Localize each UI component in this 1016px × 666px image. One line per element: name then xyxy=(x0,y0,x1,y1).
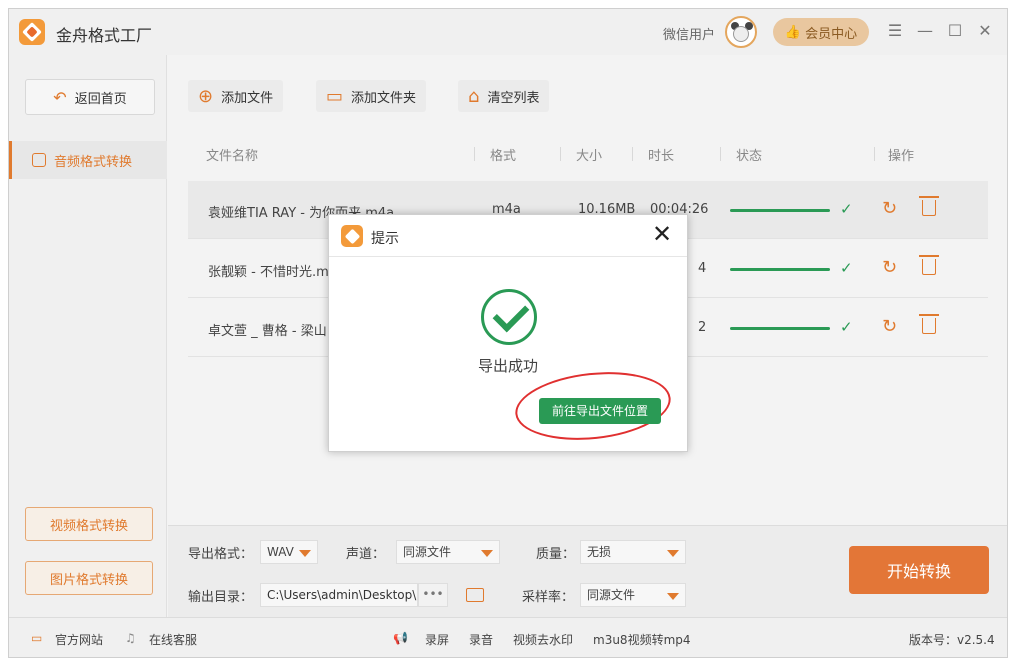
watermark-link[interactable]: 视频去水印 xyxy=(513,631,573,648)
folder-icon: ▭ xyxy=(326,85,344,107)
home-button[interactable]: ↶ 返回首页 xyxy=(25,79,155,115)
version-label: 版本号：v2.5.4 xyxy=(909,633,995,647)
sample-rate-value: 同源文件 xyxy=(587,588,636,602)
add-file-label: 添加文件 xyxy=(221,90,274,106)
out-dir-label: 输出目录： xyxy=(188,590,254,605)
home-button-label: 返回首页 xyxy=(74,91,127,107)
check-icon: ✓ xyxy=(840,318,853,336)
col-size: 大小 xyxy=(576,148,603,164)
file-duration: 2 xyxy=(698,320,707,335)
out-format-label: 导出格式： xyxy=(188,547,254,562)
service-link[interactable]: 在线客服 xyxy=(149,631,197,648)
back-arrow-icon: ↶ xyxy=(53,87,67,107)
sample-rate-label: 采样率： xyxy=(522,590,575,605)
dialog-title: 提示 xyxy=(371,231,399,247)
video-convert-button[interactable]: 视频格式转换 xyxy=(25,507,153,541)
clear-list-label: 清空列表 xyxy=(487,90,540,106)
col-duration: 时长 xyxy=(648,148,675,164)
check-icon: ✓ xyxy=(840,200,853,218)
progress-bar xyxy=(730,327,830,330)
success-dialog: 提示 ✕ 导出成功 前往导出文件位置 xyxy=(328,214,688,452)
title-bar: 金舟格式工厂 微信用户 👍 会员中心 ☰ — ☐ ✕ xyxy=(9,9,1007,55)
sidebar-item-label: 音频格式转换 xyxy=(54,154,133,170)
trash-icon[interactable] xyxy=(919,255,939,275)
vip-center-button[interactable]: 👍 会员中心 xyxy=(773,18,869,46)
redo-icon[interactable]: ↻ xyxy=(882,257,897,278)
m3u8-link[interactable]: m3u8视频转mp4 xyxy=(593,631,691,648)
status-bar: ▭ 官方网站 ♫ 在线客服 📢 录屏 录音 视频去水印 m3u8视频转mp4 版… xyxy=(9,617,1007,657)
clear-list-button[interactable]: ⌂ 清空列表 xyxy=(458,80,550,112)
file-name: 张靓颖 - 不惜时光.m xyxy=(208,265,329,280)
success-check-icon xyxy=(481,289,537,345)
trash-icon[interactable] xyxy=(919,314,939,334)
quality-value: 无损 xyxy=(587,545,612,559)
app-logo-icon xyxy=(19,19,45,45)
col-name: 文件名称 xyxy=(206,148,259,164)
thumbs-up-icon: 👍 xyxy=(784,24,802,40)
megaphone-icon: 📢 xyxy=(393,631,408,645)
col-action: 操作 xyxy=(888,148,915,164)
app-logo-icon xyxy=(341,225,363,247)
sidebar: ↶ 返回首页 音频格式转换 视频格式转换 图片格式转换 xyxy=(9,55,167,617)
monitor-icon: ▭ xyxy=(31,631,43,645)
trash-icon[interactable] xyxy=(919,196,939,216)
menu-icon[interactable]: ☰ xyxy=(885,21,905,41)
col-format: 格式 xyxy=(490,148,517,164)
record-screen-link[interactable]: 录屏 xyxy=(425,631,449,648)
start-convert-button[interactable]: 开始转换 xyxy=(849,546,989,594)
out-format-value: WAV xyxy=(267,545,294,559)
plus-circle-icon: ⊕ xyxy=(198,85,214,107)
channel-select[interactable]: 同源文件 xyxy=(396,540,500,564)
website-link[interactable]: 官方网站 xyxy=(55,631,103,648)
maximize-icon[interactable]: ☐ xyxy=(945,21,965,41)
add-file-button[interactable]: ⊕ 添加文件 xyxy=(188,80,284,112)
record-audio-link[interactable]: 录音 xyxy=(469,631,493,648)
check-icon: ✓ xyxy=(840,259,853,277)
file-name: 卓文萱 _ 曹格 - 梁山 xyxy=(208,324,327,339)
close-window-icon[interactable]: ✕ xyxy=(975,21,995,41)
app-title: 金舟格式工厂 xyxy=(56,26,153,45)
progress-bar xyxy=(730,209,830,212)
col-status: 状态 xyxy=(736,148,763,164)
browse-button[interactable]: ••• xyxy=(418,583,448,607)
redo-icon[interactable]: ↻ xyxy=(882,316,897,337)
channel-label: 声道： xyxy=(346,547,386,562)
sample-rate-select[interactable]: 同源文件 xyxy=(580,583,686,607)
channel-value: 同源文件 xyxy=(403,545,452,559)
add-folder-button[interactable]: ▭ 添加文件夹 xyxy=(316,80,427,112)
out-dir-input[interactable]: C:\Users\admin\Desktop\ xyxy=(260,583,418,607)
broom-icon: ⌂ xyxy=(468,85,480,107)
chevron-down-icon xyxy=(481,550,493,557)
close-icon[interactable]: ✕ xyxy=(649,221,675,247)
out-format-select[interactable]: WAV xyxy=(260,540,318,564)
headset-icon: ♫ xyxy=(125,631,136,645)
dialog-message: 导出成功 xyxy=(477,357,538,375)
audio-icon xyxy=(32,153,46,167)
avatar[interactable] xyxy=(725,16,757,48)
open-folder-icon[interactable] xyxy=(466,588,484,602)
table-header: 文件名称 格式 大小 时长 状态 操作 xyxy=(188,137,988,171)
chevron-down-icon xyxy=(299,550,311,557)
settings-panel: 导出格式： WAV 声道： 同源文件 质量： 无损 输出目录： C:\Users… xyxy=(168,525,1007,617)
vip-center-label: 会员中心 xyxy=(805,26,858,42)
add-folder-label: 添加文件夹 xyxy=(351,90,417,106)
redo-icon[interactable]: ↻ xyxy=(882,198,897,219)
image-convert-button[interactable]: 图片格式转换 xyxy=(25,561,153,595)
user-name[interactable]: 微信用户 xyxy=(663,24,715,43)
chevron-down-icon xyxy=(667,593,679,600)
quality-select[interactable]: 无损 xyxy=(580,540,686,564)
goto-export-location-button[interactable]: 前往导出文件位置 xyxy=(539,398,661,424)
quality-label: 质量： xyxy=(536,547,576,562)
sidebar-item-audio[interactable]: 音频格式转换 xyxy=(9,141,167,179)
progress-bar xyxy=(730,268,830,271)
minimize-icon[interactable]: — xyxy=(915,21,935,41)
file-duration: 4 xyxy=(698,261,707,276)
chevron-down-icon xyxy=(667,550,679,557)
dialog-header: 提示 ✕ xyxy=(329,215,687,257)
